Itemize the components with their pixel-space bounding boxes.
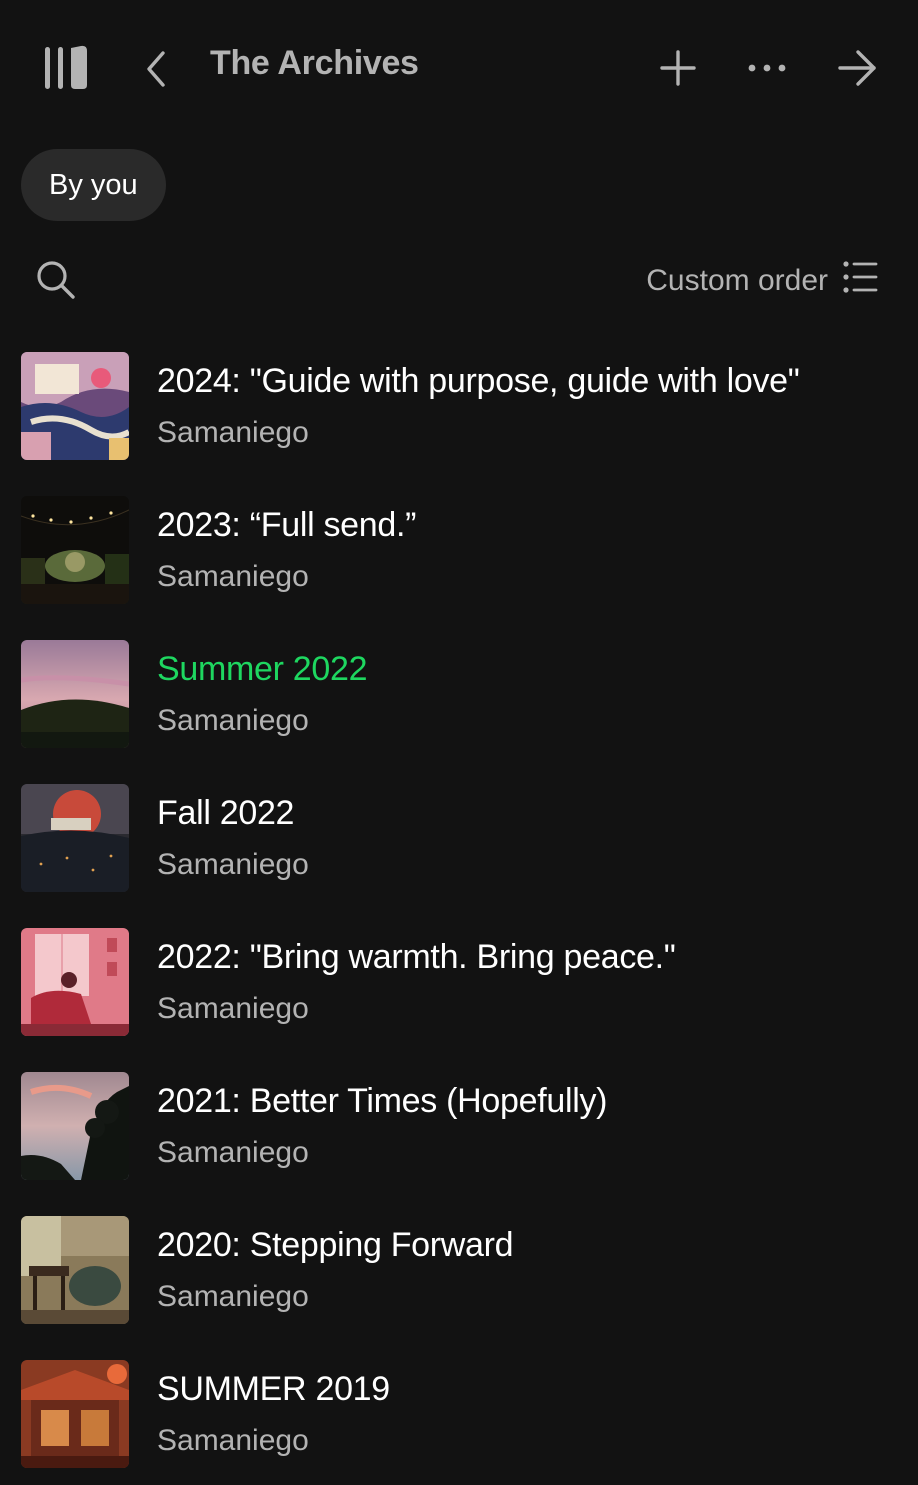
playlist-owner: Samaniego bbox=[157, 1136, 309, 1169]
playlist-title: 2022: "Bring warmth. Bring peace." bbox=[157, 938, 676, 976]
search-icon[interactable] bbox=[28, 252, 84, 308]
playlist-title: 2020: Stepping Forward bbox=[157, 1226, 514, 1264]
list-item[interactable]: SUMMER 2019 Samaniego bbox=[0, 1360, 918, 1485]
playlist-title: SUMMER 2019 bbox=[157, 1370, 390, 1408]
playlist-cover bbox=[21, 496, 129, 604]
playlist-title: Summer 2022 bbox=[157, 650, 368, 688]
library-header: The Archives bbox=[0, 0, 918, 138]
more-horizontal-icon[interactable] bbox=[744, 50, 790, 86]
list-icon bbox=[842, 260, 878, 302]
sort-label: Custom order bbox=[646, 264, 828, 297]
list-item[interactable]: 2020: Stepping Forward Samaniego bbox=[0, 1216, 918, 1360]
list-item[interactable]: 2021: Better Times (Hopefully) Samaniego bbox=[0, 1072, 918, 1216]
playlist-title: 2023: “Full send.” bbox=[157, 506, 417, 544]
plus-icon[interactable] bbox=[656, 46, 700, 90]
list-item[interactable]: Fall 2022 Samaniego bbox=[0, 784, 918, 928]
playlist-owner: Samaniego bbox=[157, 416, 309, 449]
playlist-cover bbox=[21, 1360, 129, 1468]
sort-dropdown[interactable]: Custom order bbox=[646, 256, 878, 306]
playlist-cover bbox=[21, 1216, 129, 1324]
list-item[interactable]: Summer 2022 Samaniego bbox=[0, 640, 918, 784]
library-panel: The Archives By you Custom order 2024: "… bbox=[0, 0, 918, 1485]
playlist-cover bbox=[21, 784, 129, 892]
playlist-owner: Samaniego bbox=[157, 992, 309, 1025]
playlist-owner: Samaniego bbox=[157, 1280, 309, 1313]
playlist-list: 2024: "Guide with purpose, guide with lo… bbox=[0, 352, 918, 1485]
playlist-owner: Samaniego bbox=[157, 704, 309, 737]
playlist-title: 2021: Better Times (Hopefully) bbox=[157, 1082, 608, 1120]
playlist-cover bbox=[21, 1072, 129, 1180]
playlist-owner: Samaniego bbox=[157, 848, 309, 881]
playlist-cover bbox=[21, 928, 129, 1036]
list-item[interactable]: 2022: "Bring warmth. Bring peace." Saman… bbox=[0, 928, 918, 1072]
playlist-cover bbox=[21, 640, 129, 748]
page-title: The Archives bbox=[210, 44, 419, 82]
playlist-owner: Samaniego bbox=[157, 1424, 309, 1457]
chevron-left-icon[interactable] bbox=[136, 46, 176, 92]
playlist-title: Fall 2022 bbox=[157, 794, 295, 832]
arrow-right-icon[interactable] bbox=[834, 46, 880, 90]
list-item[interactable]: 2024: "Guide with purpose, guide with lo… bbox=[0, 352, 918, 496]
library-icon[interactable] bbox=[38, 42, 94, 94]
playlist-cover bbox=[21, 352, 129, 460]
playlist-title: 2024: "Guide with purpose, guide with lo… bbox=[157, 362, 800, 400]
playlist-owner: Samaniego bbox=[157, 560, 309, 593]
list-item[interactable]: 2023: “Full send.” Samaniego bbox=[0, 496, 918, 640]
filter-chip-by-you[interactable]: By you bbox=[21, 149, 166, 221]
